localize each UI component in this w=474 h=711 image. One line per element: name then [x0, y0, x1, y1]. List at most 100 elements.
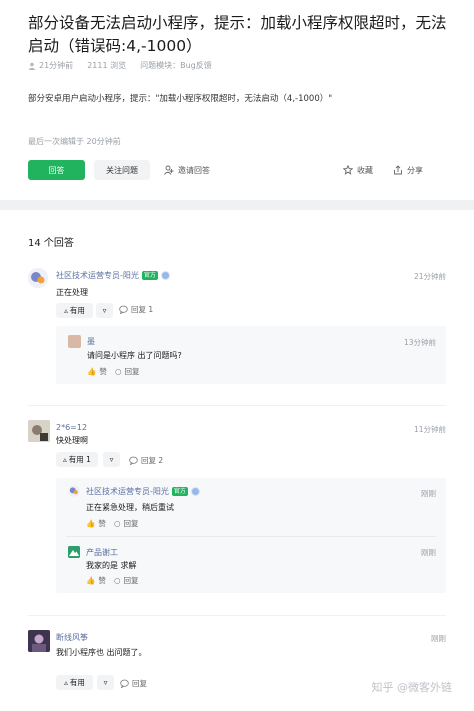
upvote-icon: ▵ — [64, 678, 68, 687]
mountain-logo-icon — [68, 546, 80, 558]
answer-3-time: 刚刚 — [431, 634, 446, 643]
answer-1-content: 正在处理 — [56, 288, 88, 297]
verified-icon — [190, 487, 200, 496]
answer-1-useful-label: 有用 — [69, 306, 85, 315]
reply-2-1-reply-button[interactable]: ○ 回复 — [114, 518, 139, 529]
reply-2-2-author[interactable]: 产品谢工 — [86, 547, 118, 558]
divider — [28, 405, 446, 406]
invite-label: 邀请回答 — [178, 165, 210, 175]
user-photo-icon — [28, 420, 50, 442]
comment-icon: ○ — [114, 576, 121, 585]
reply-1-1-like-button[interactable]: 👍 赞 — [87, 366, 107, 377]
comment-icon: ○ — [114, 519, 121, 528]
reply-2-2-like-label: 赞 — [98, 576, 106, 585]
answer-3-useful-button[interactable]: ▵ 有用 — [56, 675, 93, 690]
reply-2-1-content: 正在紧急处理，稍后重试 — [86, 503, 174, 512]
user-photo-icon — [28, 630, 50, 652]
official-badge: 官方 — [141, 271, 158, 280]
reply-2-2-reply-label: 回复 — [123, 576, 139, 585]
reply-1-1-time: 13分钟前 — [403, 338, 436, 347]
answer-3-useful-label: 有用 — [69, 678, 85, 687]
answer-1-time: 21分钟前 — [413, 272, 446, 281]
reply-2-2-reply-button[interactable]: ○ 回复 — [114, 575, 139, 586]
comment-icon — [129, 456, 138, 465]
answer-2-downvote-button[interactable]: ▿ — [103, 452, 120, 467]
reply-1-1-like-label: 赞 — [99, 367, 107, 376]
answer-1-author-name: 社区技术运营专员-阳光 — [56, 271, 139, 280]
avatar-2x6[interactable] — [28, 420, 50, 442]
reply-2-1-like-button[interactable]: 👍 赞 — [86, 518, 106, 529]
official-logo-icon — [68, 485, 80, 497]
thumbs-up-icon: 👍 — [86, 519, 96, 528]
official-logo-icon — [28, 268, 48, 288]
avatar-official[interactable] — [28, 268, 48, 288]
meta-views: 2111 浏览 — [87, 61, 127, 70]
comment-icon: ○ — [115, 367, 122, 376]
answer-2-author[interactable]: 2*6=12 — [56, 423, 87, 432]
meta-time: 21分钟前 — [39, 61, 74, 70]
answer-1-useful-button[interactable]: ▵ 有用 — [56, 303, 93, 318]
thumbs-up-icon: 👍 — [87, 367, 97, 376]
last-edited: 最后一次编辑于 20分钟前 — [28, 137, 121, 146]
answer-3-content: 我们小程序也 出问题了。 — [56, 648, 147, 657]
reply-2-1-author-name: 社区技术运营专员-阳光 — [86, 487, 169, 496]
follow-question-button[interactable]: 关注问题 — [94, 160, 150, 180]
answer-3-reply-button[interactable]: 回复 — [120, 678, 147, 689]
answer-3-reply-label: 回复 — [132, 679, 147, 688]
answer-1-reply-button[interactable]: 回复 1 — [119, 304, 153, 315]
meta-author[interactable]: 21分钟前 — [28, 60, 73, 71]
answer-2-useful-label: 有用 1 — [68, 455, 91, 464]
invite-answer-button[interactable]: 邀请回答 — [164, 160, 210, 180]
answer-2-time: 11分钟前 — [413, 425, 446, 434]
star-icon — [343, 165, 353, 175]
avatar-duanxian[interactable] — [28, 630, 50, 652]
downvote-icon: ▿ — [103, 678, 108, 687]
answer-2-useful-button[interactable]: ▵ 有用 1 — [56, 452, 98, 467]
downvote-icon: ▿ — [102, 306, 107, 315]
question-description: 部分安卓用户启动小程序，提示："加载小程序权限超时，无法启动（4,-1000）" — [28, 94, 333, 104]
upvote-icon: ▵ — [63, 455, 67, 464]
avatar-official-small[interactable] — [68, 485, 80, 497]
answer-1-reply-label: 回复 1 — [131, 305, 154, 314]
reply-1-1-reply-label: 回复 — [124, 367, 140, 376]
verified-icon — [160, 271, 170, 280]
thumbs-up-icon: 👍 — [86, 576, 96, 585]
official-badge: 官方 — [171, 487, 188, 496]
comment-icon — [120, 679, 129, 688]
collect-label: 收藏 — [357, 165, 373, 175]
answer-2-reply-button[interactable]: 回复 2 — [129, 455, 163, 466]
user-icon — [28, 62, 36, 70]
reply-1-1-author[interactable]: 墨 — [87, 336, 95, 347]
question-title: 部分设备无法启动小程序，提示：加载小程序权限超时，无法启动（错误码:4,-100… — [28, 14, 447, 55]
reply-2-1-reply-label: 回复 — [123, 519, 139, 528]
collect-button[interactable]: 收藏 — [343, 160, 373, 180]
answer-2-reply-label: 回复 2 — [141, 456, 164, 465]
answer-3-author[interactable]: 断线风筝 — [56, 632, 88, 643]
avatar-product-xie[interactable] — [68, 546, 80, 558]
answer-3-downvote-button[interactable]: ▿ — [97, 675, 114, 690]
downvote-icon: ▿ — [109, 455, 114, 464]
upvote-icon: ▵ — [64, 306, 68, 315]
reply-2-1-like-label: 赞 — [98, 519, 106, 528]
reply-divider — [66, 536, 436, 537]
reply-2-2-time: 刚刚 — [421, 548, 436, 557]
answer-1-author[interactable]: 社区技术运营专员-阳光 官方 — [56, 270, 170, 281]
reply-1-1-content: 请问是小程序 出了问题吗? — [87, 351, 182, 360]
share-icon — [394, 165, 402, 175]
meta-module[interactable]: 问题模块：Bug反馈 — [140, 60, 212, 71]
reply-2-1-author[interactable]: 社区技术运营专员-阳光 官方 — [86, 486, 200, 497]
invite-user-icon — [164, 165, 174, 175]
share-label: 分享 — [407, 165, 423, 175]
reply-2-2-like-button[interactable]: 👍 赞 — [86, 575, 106, 586]
share-button[interactable]: 分享 — [393, 160, 423, 180]
avatar-mo[interactable] — [68, 335, 81, 348]
answer-1-downvote-button[interactable]: ▿ — [96, 303, 113, 318]
question-card: 部分设备无法启动小程序，提示：加载小程序权限超时，无法启动（错误码:4,-100… — [0, 0, 474, 200]
reply-2-2-content: 我家的是 求解 — [86, 561, 137, 570]
question-meta: 21分钟前 2111 浏览 问题模块：Bug反馈 — [28, 60, 212, 71]
comment-icon — [119, 305, 128, 314]
reply-2-1-time: 刚刚 — [421, 489, 436, 498]
answers-count: 14 个回答 — [28, 238, 74, 249]
answer-button[interactable]: 回答 — [28, 160, 85, 180]
reply-1-1-reply-button[interactable]: ○ 回复 — [115, 366, 140, 377]
